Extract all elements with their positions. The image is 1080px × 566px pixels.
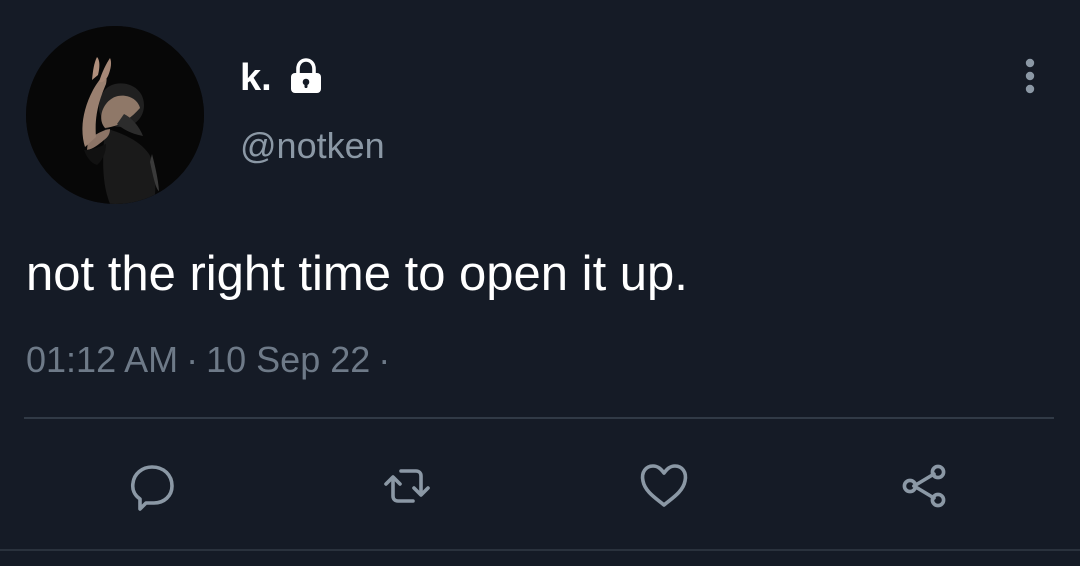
- display-name[interactable]: k.: [240, 56, 272, 100]
- bottom-divider: [0, 549, 1080, 551]
- retweet-icon: [384, 469, 430, 503]
- meta-separator: ·: [186, 339, 199, 380]
- reply-icon: [130, 465, 174, 511]
- tweet-card: k. @notken not the right time to open it…: [0, 0, 1080, 566]
- lock-icon: [291, 58, 321, 93]
- heart-icon: [640, 464, 688, 507]
- tweet-text: not the right time to open it up.: [26, 247, 688, 301]
- share-icon: [902, 464, 946, 508]
- action-divider: [24, 417, 1054, 419]
- tweet-time: 01:12 AM: [26, 339, 179, 380]
- meta-separator-trailing: ·: [378, 339, 391, 380]
- retweet-button[interactable]: [375, 454, 439, 518]
- like-button[interactable]: [632, 454, 696, 518]
- share-button[interactable]: [892, 454, 956, 518]
- avatar[interactable]: [26, 26, 204, 204]
- tweet-meta: 01:12 AM · 10 Sep 22 ·: [26, 338, 398, 382]
- tweet-date: 10 Sep 22: [206, 339, 371, 380]
- handle[interactable]: @notken: [240, 124, 385, 168]
- reply-button[interactable]: [120, 454, 184, 518]
- more-vertical-icon[interactable]: [1016, 56, 1044, 96]
